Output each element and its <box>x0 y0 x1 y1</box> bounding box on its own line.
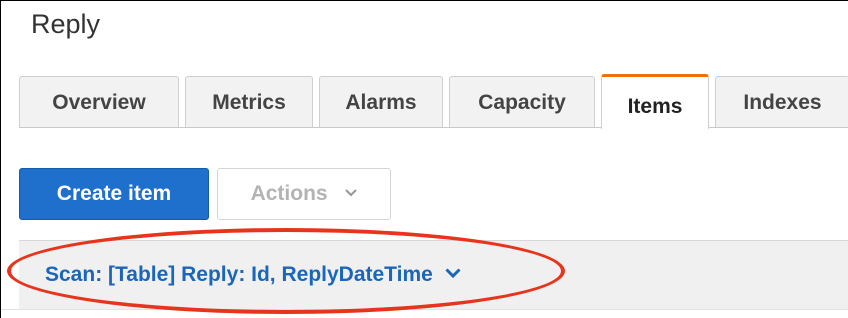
actions-label: Actions <box>250 182 328 205</box>
create-item-label: Create item <box>56 182 172 205</box>
scan-bar: Scan: [Table] Reply: Id, ReplyDateTime <box>19 240 848 310</box>
page-title: Reply <box>31 9 101 39</box>
tab-alarms[interactable]: Alarms <box>319 76 443 127</box>
divider <box>1 309 848 310</box>
tab-metrics[interactable]: Metrics <box>185 76 313 127</box>
scan-label: Scan: [Table] Reply: Id, ReplyDateTime <box>45 263 433 286</box>
tab-indexes[interactable]: Indexes <box>715 76 848 127</box>
tab-overview[interactable]: Overview <box>19 76 179 127</box>
chevron-down-icon <box>345 167 358 217</box>
actions-button[interactable]: Actions <box>217 168 391 220</box>
console-panel: Reply Overview Metrics Alarms Capacity I… <box>0 0 848 318</box>
scan-selector[interactable]: Scan: [Table] Reply: Id, ReplyDateTime <box>45 263 461 287</box>
create-item-button[interactable]: Create item <box>19 168 209 220</box>
chevron-down-icon <box>445 261 461 285</box>
tab-items[interactable]: Items <box>601 74 709 129</box>
tab-capacity[interactable]: Capacity <box>449 76 595 127</box>
